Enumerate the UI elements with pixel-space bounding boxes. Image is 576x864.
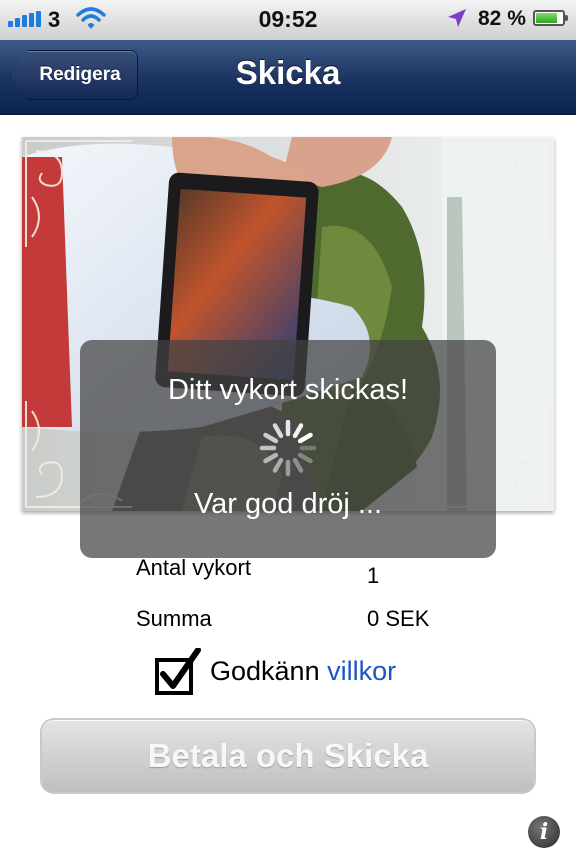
spinner-spoke — [297, 432, 313, 444]
count-label: Antal vykort — [136, 555, 251, 580]
battery-percent: 82 % — [478, 7, 526, 30]
battery-icon — [533, 10, 568, 26]
info-icon[interactable]: i — [528, 816, 560, 848]
terms-label: Godkänn — [210, 656, 320, 686]
sending-title: Ditt vykort skickas! — [167, 374, 409, 406]
please-wait-message: Var god dröj ... — [193, 488, 383, 520]
loading-spinner-icon — [259, 419, 317, 477]
spinner-spoke — [292, 457, 304, 473]
terms-link[interactable]: villkor — [327, 656, 396, 686]
terms-checkbox[interactable] — [154, 648, 202, 696]
status-bar: 3 09:52 82 % — [0, 0, 576, 41]
spinner-spoke — [272, 457, 284, 473]
terms-text: Godkänn villkor — [210, 656, 396, 687]
location-arrow-icon — [448, 9, 466, 27]
sum-label: Summa — [136, 606, 212, 631]
spinner-spoke — [263, 432, 279, 444]
sending-progress-overlay: Ditt vykort skickas! Var god dröj ... — [80, 340, 496, 558]
spinner-spoke — [272, 423, 284, 439]
spinner-spoke — [263, 452, 279, 464]
pay-and-send-label: Betala och Skicka — [147, 737, 429, 774]
sum-value: 0 SEK — [367, 606, 430, 631]
count-value: 1 — [367, 563, 380, 588]
spinner-spoke — [297, 452, 313, 464]
navigation-bar: Redigera Skicka — [0, 40, 576, 115]
pay-and-send-button[interactable]: Betala och Skicka — [40, 718, 536, 794]
page-title: Skicka — [235, 54, 341, 91]
battery-level — [536, 13, 557, 23]
spinner-spoke — [292, 423, 304, 439]
